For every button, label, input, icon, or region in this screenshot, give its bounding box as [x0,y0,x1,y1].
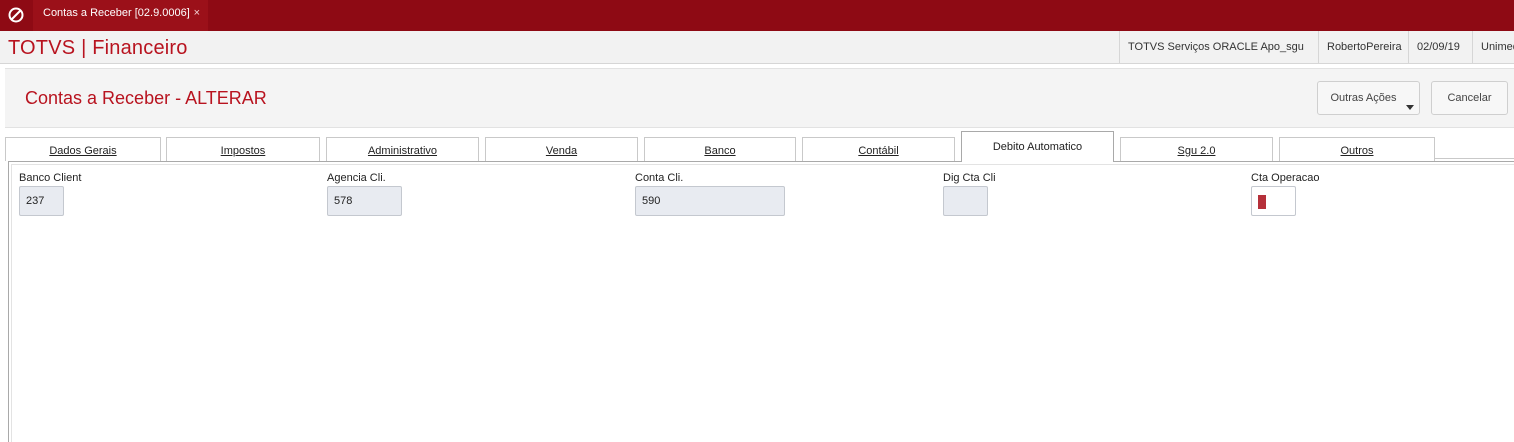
tab-debito-automatico[interactable]: Debito Automatico [961,131,1114,162]
dig-cta-cli-label: Dig Cta Cli [943,172,996,184]
page-title: Contas a Receber - ALTERAR [25,88,267,108]
other-actions-button[interactable]: Outras Ações [1317,81,1420,115]
tab-venda[interactable]: Venda [485,137,638,161]
agencia-cli-field[interactable]: 578 [327,186,402,216]
tab-impostos[interactable]: Impostos [166,137,320,161]
cta-operacao-label: Cta Operacao [1251,172,1320,184]
top-tab-bar: Contas a Receber [02.9.0006] × [0,0,1514,31]
app-brand: TOTVS | Financeiro [8,37,188,59]
close-icon[interactable]: × [194,0,200,27]
conta-cli-label: Conta Cli. [635,172,684,184]
document-tab[interactable]: Contas a Receber [02.9.0006] × [33,0,208,31]
user-info[interactable]: RobertoPereira [1318,31,1408,63]
conta-cli-field[interactable]: 590 [635,186,785,216]
tab-administrativo[interactable]: Administrativo [326,137,479,161]
company-info[interactable]: Unimed [1472,31,1514,63]
cta-operacao-field[interactable] [1251,186,1296,216]
tab-contabil[interactable]: Contábil [802,137,955,161]
tab-sgu-2-0[interactable]: Sgu 2.0 [1120,137,1273,161]
banco-client-field[interactable]: 237 [19,186,64,216]
document-tab-title: Contas a Receber [02.9.0006] [43,7,190,19]
tab-dados-gerais[interactable]: Dados Gerais [5,137,161,161]
agencia-cli-label: Agencia Cli. [327,172,386,184]
tab-banco[interactable]: Banco [644,137,796,161]
title-panel: Contas a Receber - ALTERAR Outras Ações … [5,68,1514,128]
environment-info[interactable]: TOTVS Serviços ORACLE Apo_sgu [1119,31,1318,63]
other-actions-label: Outras Ações [1330,92,1397,104]
app-header: TOTVS | Financeiro TOTVS Serviços ORACLE… [0,31,1514,64]
totvs-logo-icon[interactable] [8,7,24,23]
banco-client-label: Banco Client [19,172,82,184]
tab-strip: Dados Gerais Impostos Administrativo Ven… [0,130,1514,162]
caret-down-icon [1406,105,1414,110]
cancel-button[interactable]: Cancelar [1431,81,1508,115]
date-info[interactable]: 02/09/19 [1408,31,1472,63]
tab-outros[interactable]: Outros [1279,137,1435,161]
dig-cta-cli-field[interactable] [943,186,988,216]
text-cursor [1258,195,1266,209]
tab-strip-divider [1434,158,1514,159]
